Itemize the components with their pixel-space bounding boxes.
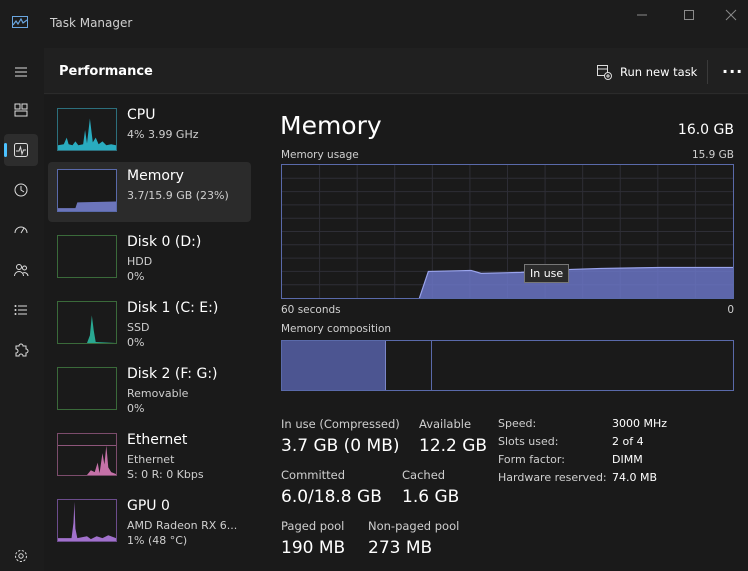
in-use-value: 3.7 GB (0 MB) <box>281 436 400 456</box>
nav-users-button[interactable] <box>4 254 38 286</box>
run-new-task-label: Run new task <box>620 65 698 79</box>
slots-used-key: Slots used: <box>498 435 559 448</box>
page-header: Performance Run new task ··· <box>44 48 748 94</box>
resource-detail: 3.7/15.9 GB (23%) <box>127 189 229 202</box>
gpu-thumbnail-graph <box>57 499 117 542</box>
resource-item-disk-1[interactable]: Disk 1 (C: E:) SSD 0% <box>48 294 251 354</box>
resource-item-cpu[interactable]: CPU 4% 3.99 GHz <box>48 101 251 161</box>
details-list-icon <box>14 305 27 315</box>
non-paged-pool-label: Non-paged pool <box>368 519 460 533</box>
hardware-reserved-value: 74.0 MB <box>612 471 658 484</box>
resource-name: Ethernet <box>127 432 188 448</box>
settings-gear-icon <box>15 550 27 562</box>
resource-item-disk-2[interactable]: Disk 2 (F: G:) Removable 0% <box>48 360 251 420</box>
task-manager-app-icon <box>12 16 28 28</box>
maximize-icon[interactable] <box>679 6 699 24</box>
cpu-thumbnail-graph <box>57 108 117 151</box>
performance-icon <box>14 143 28 157</box>
memory-usage-max: 15.9 GB <box>691 149 734 161</box>
resource-name: Disk 0 (D:) <box>127 234 202 250</box>
window-title: Task Manager <box>50 16 133 30</box>
run-new-task-button[interactable]: Run new task <box>596 64 697 80</box>
minimize-icon[interactable] <box>632 6 652 24</box>
header-divider <box>707 60 708 84</box>
memory-detail-panel: Memory 16.0 GB Memory usage 15.9 GB In u… <box>260 95 748 571</box>
resource-item-ethernet[interactable]: Ethernet Ethernet S: 0 R: 0 Kbps <box>48 426 251 486</box>
non-paged-pool-value: 273 MB <box>368 538 433 558</box>
cached-label: Cached <box>402 468 446 482</box>
resource-usage: 1% (48 °C) <box>127 534 188 547</box>
disk-2-thumbnail-graph <box>57 367 117 410</box>
resource-detail: Removable <box>127 387 189 400</box>
run-task-icon <box>597 65 612 80</box>
resource-name: Disk 1 (C: E:) <box>127 300 219 316</box>
close-icon[interactable] <box>721 6 741 24</box>
resource-name: GPU 0 <box>127 498 170 514</box>
nav-startup-apps-button[interactable] <box>4 214 38 246</box>
memory-composition-bar[interactable] <box>281 340 734 391</box>
navigation-rail <box>0 48 44 571</box>
resource-list: CPU 4% 3.99 GHz Memory 3.7/15.9 GB (23%)… <box>44 95 260 571</box>
processes-icon <box>14 103 28 117</box>
committed-value: 6.0/18.8 GB <box>281 487 382 507</box>
resource-detail: Ethernet <box>127 453 175 466</box>
composition-modified-segment[interactable] <box>387 341 432 390</box>
available-label: Available <box>419 417 472 431</box>
cached-value: 1.6 GB <box>402 487 460 507</box>
available-value: 12.2 GB <box>419 436 488 456</box>
startup-gauge-icon <box>14 226 28 234</box>
hardware-reserved-key: Hardware reserved: <box>498 471 607 484</box>
resource-item-disk-0[interactable]: Disk 0 (D:) HDD 0% <box>48 228 251 288</box>
time-axis-start: 60 seconds <box>281 304 341 316</box>
nav-settings-button[interactable] <box>4 540 38 571</box>
slots-used-value: 2 of 4 <box>612 435 644 448</box>
resource-item-memory[interactable]: Memory 3.7/15.9 GB (23%) <box>48 162 251 222</box>
resource-detail: AMD Radeon RX 6... <box>127 519 238 532</box>
history-icon <box>14 183 28 197</box>
memory-thumbnail-graph <box>57 169 117 212</box>
title-bar: Task Manager <box>0 0 748 48</box>
resource-name: Disk 2 (F: G:) <box>127 366 218 382</box>
memory-usage-graph[interactable] <box>281 164 734 299</box>
resource-usage: S: 0 R: 0 Kbps <box>127 468 204 481</box>
memory-total: 16.0 GB <box>677 122 734 138</box>
services-puzzle-icon <box>15 343 29 357</box>
committed-label: Committed <box>281 468 346 482</box>
time-axis-end: 0 <box>727 304 734 316</box>
resource-usage: 0% <box>127 270 145 283</box>
ethernet-thumbnail-graph <box>57 433 117 476</box>
more-options-icon[interactable]: ··· <box>722 62 743 81</box>
in-use-label: In use (Compressed) <box>281 417 400 431</box>
nav-details-button[interactable] <box>4 294 38 326</box>
resource-detail: HDD <box>127 255 153 268</box>
nav-processes-button[interactable] <box>4 94 38 126</box>
memory-title: Memory <box>280 111 382 140</box>
resource-detail: SSD <box>127 321 150 334</box>
nav-performance-button[interactable] <box>4 134 38 166</box>
paged-pool-label: Paged pool <box>281 519 345 533</box>
memory-composition-label: Memory composition <box>281 323 392 335</box>
hamburger-menu-button[interactable] <box>4 56 38 88</box>
resource-usage: 0% <box>127 336 145 349</box>
speed-key: Speed: <box>498 417 537 430</box>
nav-services-button[interactable] <box>4 334 38 366</box>
speed-value: 3000 MHz <box>612 417 668 430</box>
memory-usage-label: Memory usage <box>281 149 359 161</box>
resource-item-gpu-0[interactable]: GPU 0 AMD Radeon RX 6... 1% (48 °C) <box>48 492 251 552</box>
hamburger-icon <box>15 67 27 77</box>
form-factor-key: Form factor: <box>498 453 565 466</box>
nav-app-history-button[interactable] <box>4 174 38 206</box>
page-title: Performance <box>59 64 153 79</box>
disk-1-thumbnail-graph <box>57 301 117 344</box>
form-factor-value: DIMM <box>612 453 643 466</box>
composition-in-use-segment[interactable] <box>282 341 386 390</box>
graph-tooltip: In use <box>524 264 570 283</box>
resource-name: CPU <box>127 107 156 123</box>
resource-usage: 0% <box>127 402 145 415</box>
users-icon <box>14 264 29 277</box>
disk-0-thumbnail-graph <box>57 235 117 278</box>
resource-detail: 4% 3.99 GHz <box>127 128 199 141</box>
paged-pool-value: 190 MB <box>281 538 346 558</box>
resource-name: Memory <box>127 168 184 184</box>
